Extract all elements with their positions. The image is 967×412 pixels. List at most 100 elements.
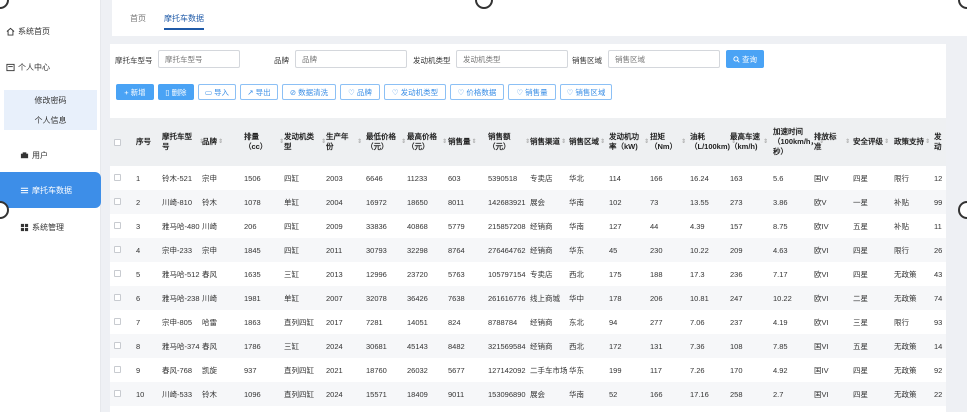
table-cell: 1078 (244, 197, 261, 207)
price-chart-button[interactable]: ♡ 价格数据 (450, 84, 504, 100)
table-row[interactable]: 1 铃木-521 宗申 1506 四缸 2003 6646 11233 603 5390518 专卖… (110, 166, 946, 190)
add-button[interactable]: + 新增 (116, 84, 154, 100)
column-header[interactable]: 摩托车型号 ⇕ (162, 118, 204, 166)
column-header[interactable]: 最高车速（km/h) ⇕ (730, 118, 768, 166)
trash-icon: ▯ (165, 87, 170, 97)
column-header[interactable]: 销售渠道 ⇕ (530, 118, 568, 166)
sort-icon[interactable]: ⇕ (884, 137, 889, 147)
table-cell: 4 (136, 245, 141, 255)
sort-icon[interactable]: ⇕ (218, 137, 223, 147)
column-header[interactable]: 销售量 ⇕ (448, 118, 488, 166)
table-cell: 无政策 (894, 341, 917, 351)
column-header[interactable]: 销售额（元） ⇕ (488, 118, 530, 166)
breadcrumb-current[interactable]: 摩托车数据 (164, 13, 204, 30)
row-checkbox[interactable] (114, 318, 121, 325)
sort-icon[interactable]: ⇕ (401, 137, 406, 147)
table-cell: 14 (934, 341, 943, 351)
sales-volume-chart-button[interactable]: ♡ 销售量 (508, 84, 556, 100)
sort-icon[interactable]: ⇕ (644, 137, 649, 147)
model-input[interactable] (158, 50, 240, 68)
table-cell: 华东 (569, 245, 584, 255)
table-cell: 无政策 (894, 365, 917, 375)
column-header[interactable]: 油耗（L/100km) ⇕ (690, 118, 736, 166)
query-button[interactable]: 查询 (726, 50, 764, 68)
column-header-label: 发动机功率（kW) (609, 132, 639, 151)
row-checkbox[interactable] (114, 294, 121, 301)
delete-button[interactable]: ▯ 删除 (158, 84, 194, 100)
column-header[interactable]: 品牌 ⇕ (202, 118, 240, 166)
table-row[interactable]: 6 雅马哈-238 川崎 1981 单缸 2007 32078 36426 7638 261616… (110, 286, 946, 310)
brand-input[interactable] (295, 50, 407, 68)
table-cell: 5 (136, 269, 141, 279)
select-all-checkbox[interactable] (114, 139, 121, 146)
row-checkbox[interactable] (114, 366, 121, 373)
engine-type-input[interactable] (456, 50, 568, 68)
row-checkbox[interactable] (114, 246, 121, 253)
sales-region-input[interactable] (608, 50, 720, 68)
brand-chart-button[interactable]: ♡ 品牌 (340, 84, 380, 100)
export-button[interactable]: ↗ 导出 (240, 84, 278, 100)
column-header[interactable]: 发动机类型 ⇕ (284, 118, 326, 166)
table-cell: 6646 (366, 173, 383, 183)
row-checkbox[interactable] (114, 222, 121, 229)
column-header-label: 销售额（元） (488, 132, 511, 151)
table-cell: 华北 (569, 173, 584, 183)
sales-region-chart-button[interactable]: ♡ 销售区域 (560, 84, 612, 100)
row-checkbox[interactable] (114, 342, 121, 349)
table-cell: 824 (448, 317, 461, 327)
sort-icon[interactable]: ⇕ (600, 137, 605, 147)
table-row[interactable]: 8 雅马哈-374 春风 1786 三缸 2024 30681 45143 8482 321569… (110, 334, 946, 358)
submenu-item-profile[interactable]: 个人信息 (4, 115, 97, 126)
table-cell: 1786 (244, 341, 261, 351)
resize-handle[interactable] (958, 201, 967, 219)
sort-icon[interactable]: ⇕ (845, 137, 850, 147)
breadcrumb-home[interactable]: 首页 (130, 13, 146, 24)
plus-icon: + (124, 87, 129, 97)
table-row[interactable]: 5 雅马哈-512 春风 1635 三缸 2013 12996 23720 5763 105797… (110, 262, 946, 286)
column-header-label: 品牌 (202, 137, 217, 146)
column-header[interactable]: 销售区域 ⇕ (569, 118, 607, 166)
delete-button-label: 删除 (171, 87, 187, 97)
import-button[interactable]: ▭ 导入 (198, 84, 236, 100)
sidebar-item-users[interactable]: 用户 (20, 150, 121, 161)
row-checkbox[interactable] (114, 198, 121, 205)
sort-icon[interactable]: ⇕ (357, 137, 362, 147)
row-checkbox[interactable] (114, 390, 121, 397)
row-checkbox[interactable] (114, 174, 121, 181)
table-row[interactable]: 3 雅马哈-480 川崎 206 四缸 2009 33836 40868 5779 2158572… (110, 214, 946, 238)
table-row[interactable]: 4 宗申-233 宗申 1845 四缸 2011 30793 32298 8764 2764647… (110, 238, 946, 262)
column-header[interactable]: 扭矩（Nm） ⇕ (650, 118, 686, 166)
sort-icon[interactable]: ⇕ (442, 137, 447, 147)
column-header[interactable]: 排量（cc） ⇕ (244, 118, 284, 166)
sidebar-item-home[interactable]: 系统首页 (6, 26, 107, 37)
sort-icon[interactable]: ⇕ (681, 137, 686, 147)
sidebar-item-user-center[interactable]: 个人中心 (6, 62, 107, 73)
sort-icon[interactable]: ⇕ (925, 137, 930, 147)
column-header[interactable]: 生产年份 ⇕ (326, 118, 362, 166)
sort-icon[interactable]: ⇕ (763, 137, 768, 147)
column-header[interactable]: 政策支持 ⇕ (894, 118, 932, 166)
table-row[interactable]: 7 宗申-805 哈雷 1863 直列四缸 2017 7281 14051 824 8788784… (110, 310, 946, 334)
row-checkbox[interactable] (114, 270, 121, 277)
submenu-item-change-password[interactable]: 修改密码 (4, 95, 97, 106)
column-header[interactable]: 安全评级 ⇕ (853, 118, 891, 166)
table-cell: 西北 (569, 341, 584, 351)
sort-icon[interactable]: ⇕ (472, 137, 477, 147)
engine-type-chart-button[interactable]: ♡ 发动机类型 (384, 84, 446, 100)
sidebar-item-motorcycle-data[interactable]: 摩托车数据 (0, 172, 101, 208)
table-row[interactable]: 2 川崎-810 铃木 1078 单缸 2004 16972 18650 8011 1426839… (110, 190, 946, 214)
data-clean-button[interactable]: ⊘ 数据清洗 (282, 84, 336, 100)
table-cell: 142683921 (488, 197, 526, 207)
column-header[interactable]: 最低价格（元） ⇕ (366, 118, 406, 166)
sidebar-item-system-management[interactable]: 系统管理 (20, 222, 121, 233)
table-row[interactable]: 10 川崎-533 铃木 1096 直列四缸 2024 15571 18409 9011 1530… (110, 382, 946, 406)
table-cell: 四星 (853, 245, 868, 255)
table-row[interactable]: 9 春风-768 凯旋 937 直列四缸 2021 18760 26032 5677 127142… (110, 358, 946, 382)
column-header[interactable]: 加速时间（100km/h，秒） ⇕ (773, 118, 824, 166)
column-header[interactable]: 发动机功率（kW) ⇕ (609, 118, 649, 166)
table-cell: 宗申 (202, 173, 217, 183)
sort-icon[interactable]: ⇕ (561, 137, 566, 147)
column-header[interactable]: 排放标准 ⇕ (814, 118, 850, 166)
column-header[interactable]: 最高价格（元） ⇕ (407, 118, 447, 166)
table-cell: 5763 (448, 269, 465, 279)
